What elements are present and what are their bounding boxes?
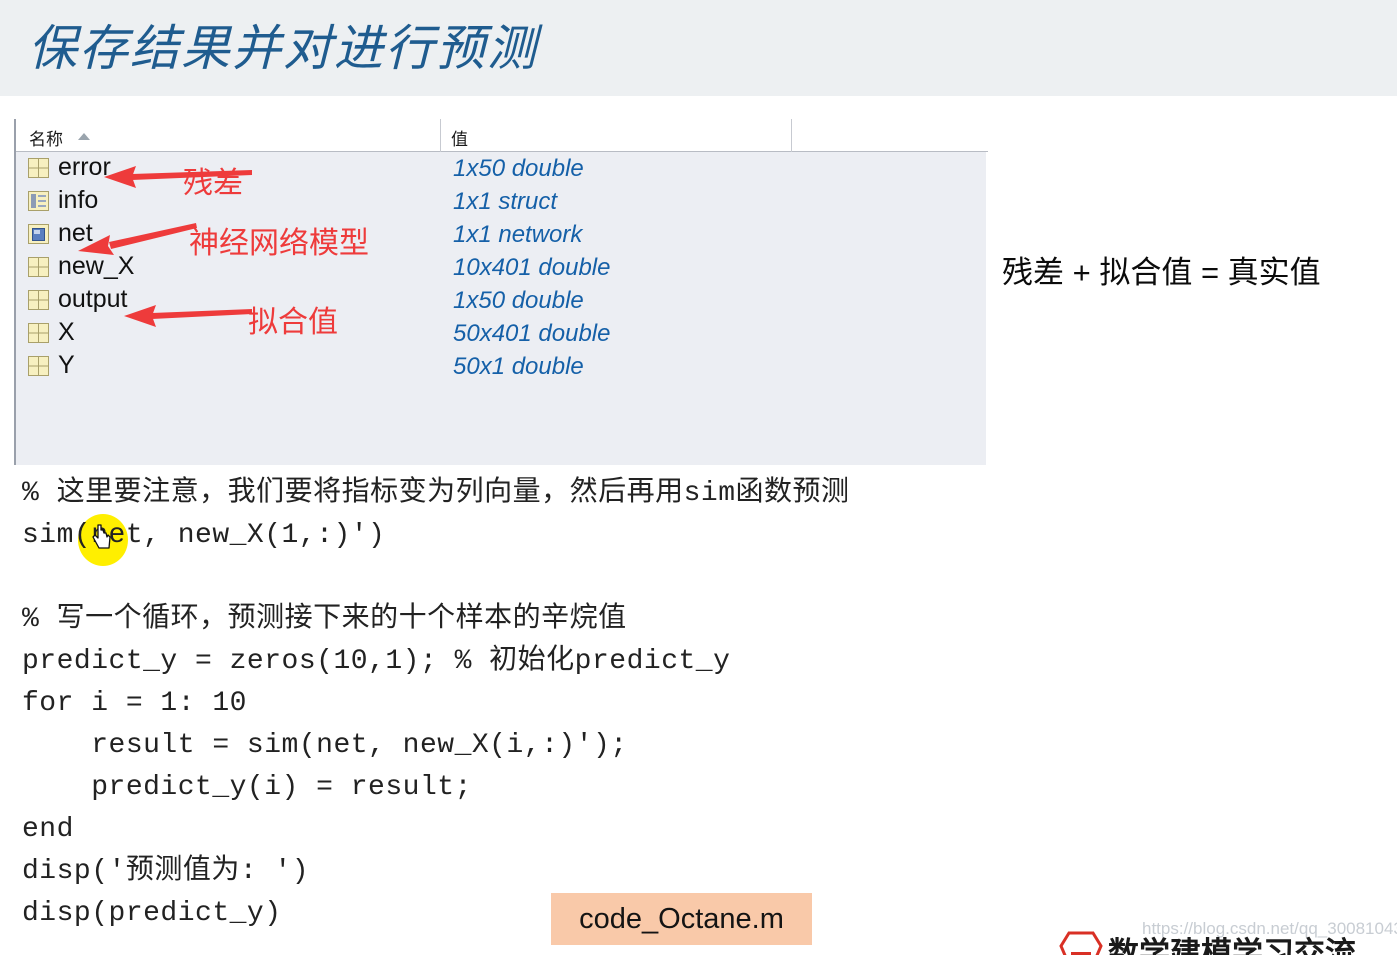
formula-note: 残差 + 拟合值 = 真实值 bbox=[1002, 255, 1321, 290]
sort-ascending-icon[interactable] bbox=[78, 133, 90, 140]
variable-value: 1x50 double bbox=[453, 155, 584, 182]
code-line: predict_y = zeros(10,1); % 初始化predict_y bbox=[22, 646, 731, 677]
variable-name: info bbox=[58, 186, 99, 214]
annotation-label-residual: 残差 bbox=[183, 167, 243, 200]
variable-value: 1x1 struct bbox=[453, 188, 558, 215]
column-divider[interactable] bbox=[440, 119, 441, 152]
network-object-icon bbox=[28, 224, 49, 244]
column-divider[interactable] bbox=[791, 119, 792, 152]
matrix-icon bbox=[28, 290, 49, 310]
variable-value: 1x1 network bbox=[453, 221, 583, 248]
matrix-icon bbox=[28, 158, 49, 178]
matrix-icon bbox=[28, 257, 49, 277]
annotation-arrow-fitted-value bbox=[124, 305, 252, 327]
variable-name: output bbox=[58, 285, 128, 313]
code-line: end bbox=[22, 814, 74, 845]
code-line: disp('预测值为: ') bbox=[22, 856, 310, 887]
slide-canvas: 保存结果并对进行预测 名称 值 error 1x50 double info 1… bbox=[0, 0, 1397, 955]
annotation-arrow-neural-network bbox=[78, 223, 197, 255]
variable-name: Y bbox=[58, 351, 75, 379]
code-line: predict_y(i) = result; bbox=[22, 772, 472, 803]
variable-value: 1x50 double bbox=[453, 287, 584, 314]
column-header-value[interactable]: 值 bbox=[451, 125, 468, 150]
code-line: sim(net, new_X(1,:)') bbox=[22, 520, 386, 551]
variable-name: error bbox=[58, 153, 111, 181]
code-line: % 写一个循环，预测接下来的十个样本的辛烷值 bbox=[22, 604, 627, 635]
annotation-label-neural-network: 神经网络模型 bbox=[189, 227, 369, 260]
code-block: % 这里要注意，我们要将指标变为列向量，然后再用sim函数预测 sim(net,… bbox=[22, 473, 1382, 935]
column-header-name[interactable]: 名称 bbox=[29, 125, 63, 150]
matrix-icon bbox=[28, 356, 49, 376]
workspace-table-header: 名称 值 bbox=[16, 119, 988, 152]
variable-value: 50x1 double bbox=[453, 353, 584, 380]
code-line: % 这里要注意，我们要将指标变为列向量，然后再用sim函数预测 bbox=[22, 478, 850, 509]
variable-name: X bbox=[58, 318, 75, 346]
annotation-label-fitted-value: 拟合值 bbox=[248, 306, 338, 339]
code-line: result = sim(net, new_X(i,:)'); bbox=[22, 730, 628, 761]
variable-value: 50x401 double bbox=[453, 320, 611, 347]
matrix-icon bbox=[28, 323, 49, 343]
table-row[interactable]: Y 50x1 double bbox=[16, 350, 988, 383]
struct-icon bbox=[28, 191, 49, 211]
code-line: for i = 1: 10 bbox=[22, 688, 247, 719]
page-title: 保存结果并对进行预测 bbox=[28, 21, 539, 76]
hand-cursor-icon bbox=[92, 524, 111, 549]
code-line: disp(predict_y) bbox=[22, 898, 282, 929]
variable-value: 10x401 double bbox=[453, 254, 611, 281]
